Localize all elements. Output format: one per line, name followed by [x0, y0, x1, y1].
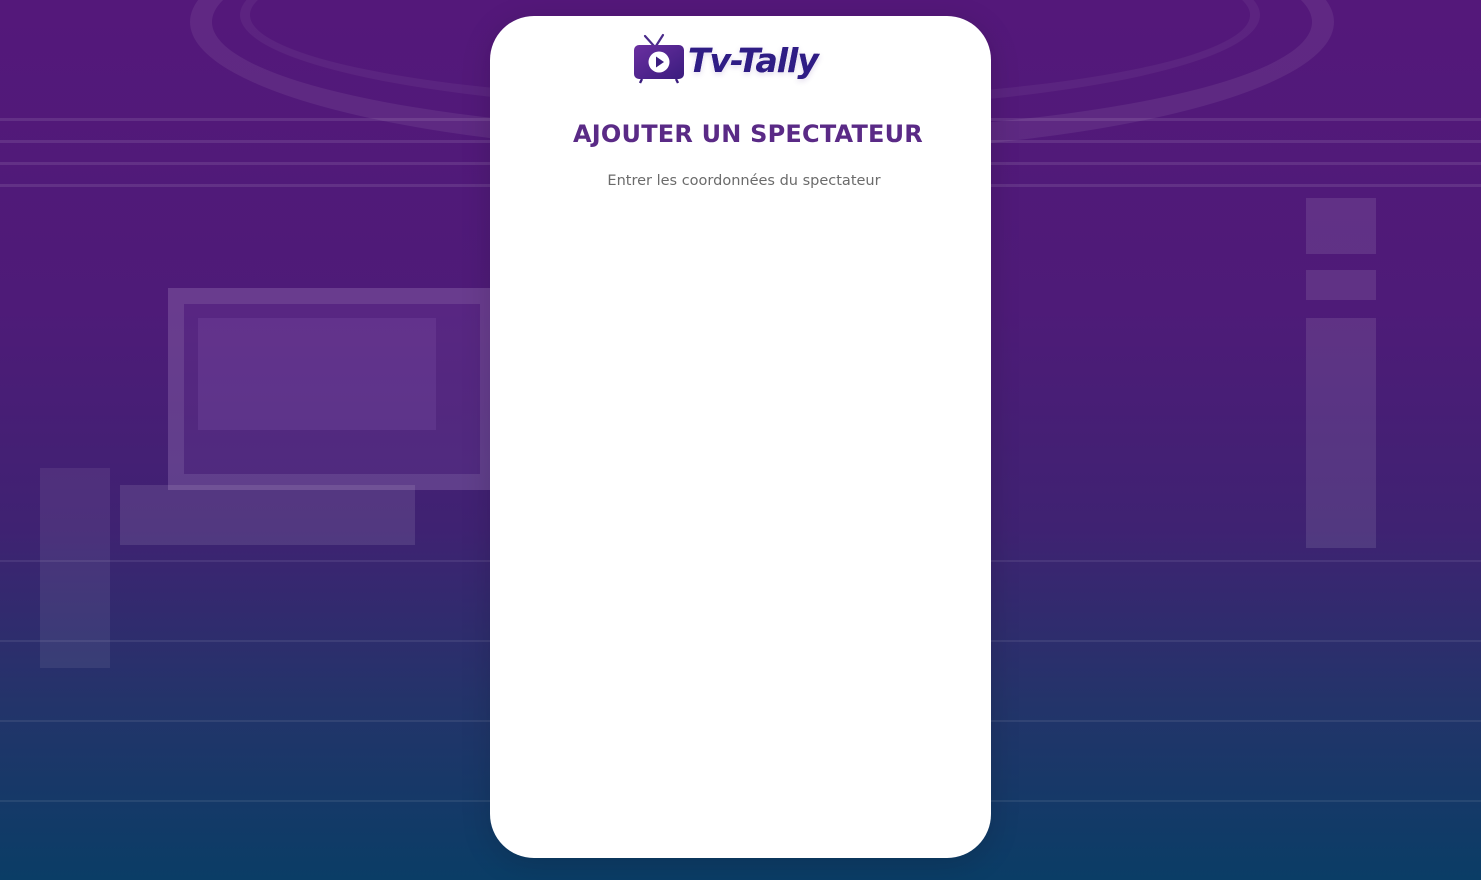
- add-spectator-card: Tv-Tally AJOUTER UN SPECTATEUR Entrer le…: [490, 16, 991, 858]
- page-title: AJOUTER UN SPECTATEUR: [573, 120, 923, 148]
- brand-name: Tv-Tally: [688, 40, 819, 80]
- studio-desk-side-decoration: [40, 468, 110, 668]
- studio-panel-decoration: [1306, 270, 1376, 300]
- studio-panel-decoration: [1306, 318, 1376, 548]
- studio-desk-decoration: [120, 485, 415, 545]
- studio-screen-inner-decoration: [198, 318, 436, 430]
- tv-play-icon: [632, 32, 686, 84]
- studio-panel-decoration: [1306, 198, 1376, 254]
- brand-logo[interactable]: Tv-Tally: [632, 28, 819, 88]
- page-subtitle: Entrer les coordonnées du spectateur: [607, 173, 881, 189]
